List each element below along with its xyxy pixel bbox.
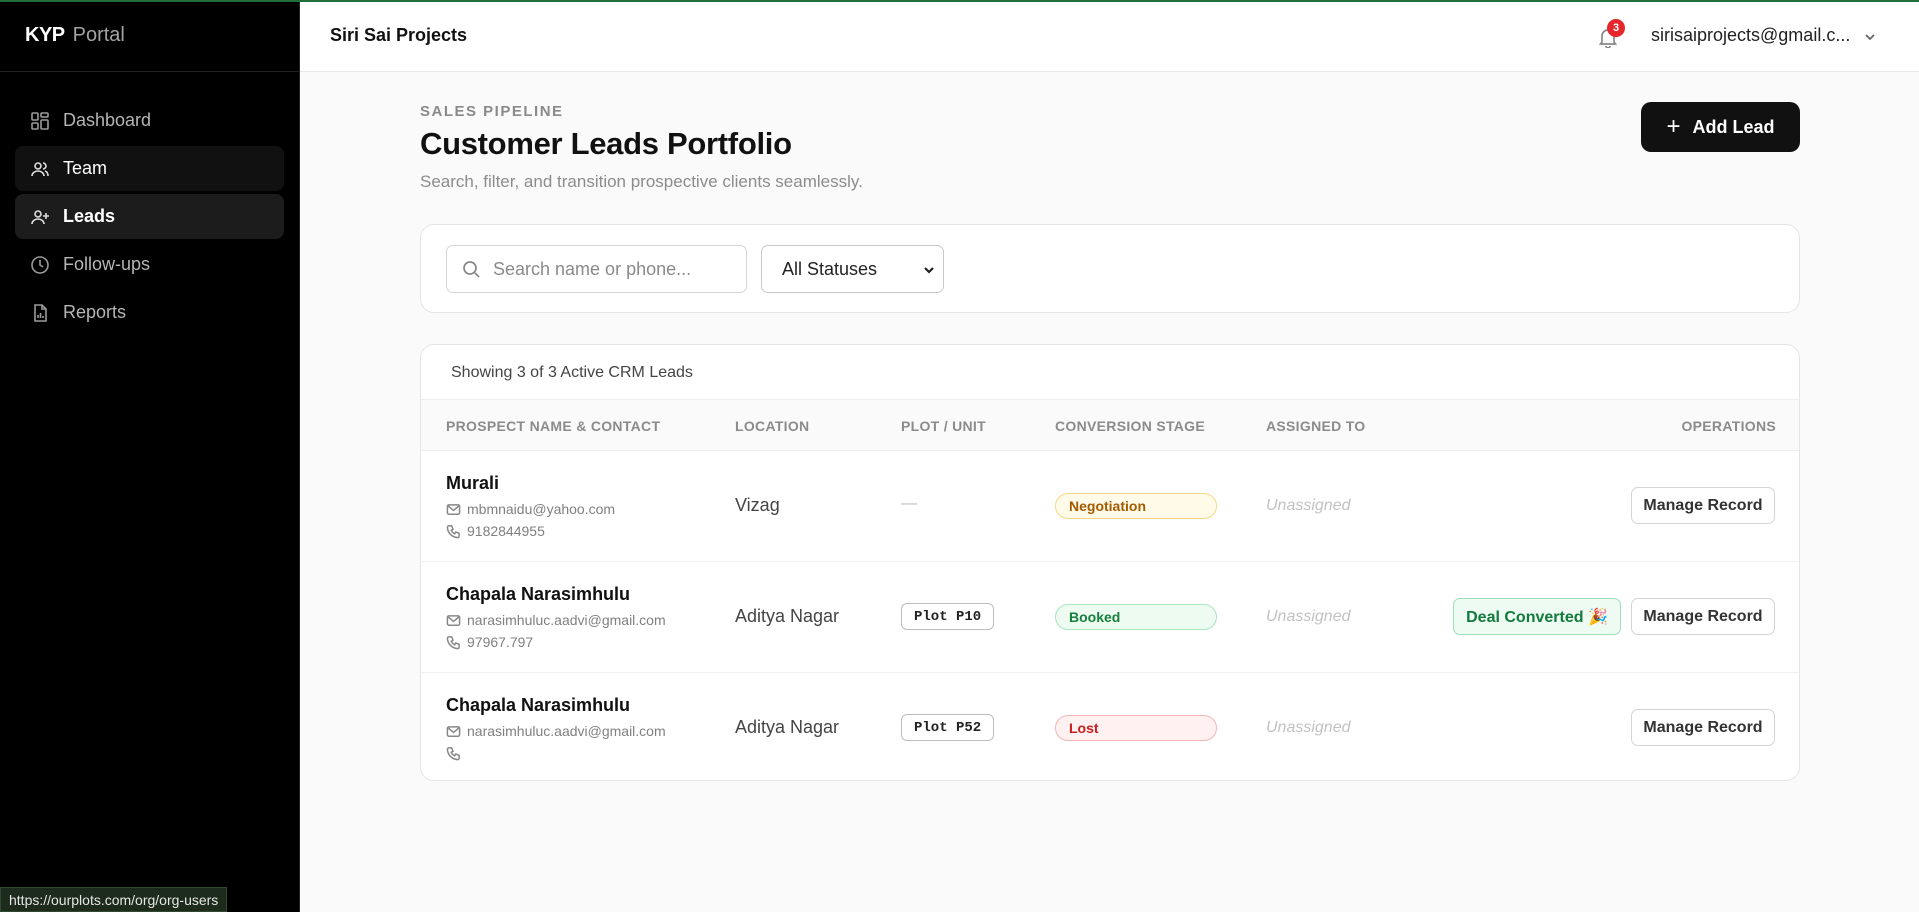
- prospect-phone-text: 97967.797: [467, 634, 534, 650]
- table-row: Chapala Narasimhulu narasimhuluc.aadvi@g…: [421, 673, 1799, 780]
- stage-badge: Negotiation: [1055, 493, 1217, 519]
- mail-icon: [446, 614, 461, 626]
- results-count: Showing 3 of 3 Active CRM Leads: [451, 364, 693, 381]
- phone-icon: [446, 524, 460, 538]
- plus-icon: +: [1666, 113, 1681, 140]
- add-lead-label: Add Lead: [1692, 116, 1775, 137]
- assigned-to-cell: Unassigned: [1266, 608, 1351, 625]
- prospect-name: Chapala Narasimhulu: [446, 695, 631, 715]
- sidebar-item-label: Reports: [63, 302, 127, 322]
- chevron-down-icon[interactable]: [1863, 30, 1877, 44]
- column-header-operations: OPERATIONS: [1681, 418, 1776, 434]
- table-header: PROSPECT NAME & CONTACT LOCATION PLOT / …: [421, 399, 1799, 451]
- mail-icon: [446, 503, 461, 515]
- column-header-stage: CONVERSION STAGE: [1055, 418, 1206, 434]
- manage-record-button[interactable]: Manage Record: [1631, 709, 1775, 746]
- plot-badge: Plot P10: [901, 603, 995, 630]
- filter-card: All Statuses: [420, 224, 1800, 313]
- location-cell: Vizag: [735, 495, 780, 515]
- sidebar-item-leads[interactable]: Leads: [15, 194, 284, 239]
- stage-badge: Lost: [1055, 715, 1217, 741]
- sidebar-item-dashboard[interactable]: Dashboard: [15, 98, 284, 143]
- table-row: Murali mbmnaidu@yahoo.com 9182844955 Viz…: [421, 451, 1799, 562]
- table-row: Chapala Narasimhulu narasimhuluc.aadvi@g…: [421, 562, 1799, 673]
- manage-record-button[interactable]: Manage Record: [1631, 598, 1775, 635]
- prospect-email-text: narasimhuluc.aadvi@gmail.com: [467, 612, 666, 628]
- prospect-email-text: narasimhuluc.aadvi@gmail.com: [467, 723, 666, 739]
- search-input[interactable]: [493, 258, 733, 280]
- plot-badge: Plot P52: [901, 714, 995, 741]
- search-box[interactable]: [446, 245, 747, 293]
- user-menu-email[interactable]: sirisaiprojects@gmail.c...: [1651, 25, 1851, 46]
- search-icon: [463, 261, 480, 278]
- column-header-plot: PLOT / UNIT: [901, 418, 986, 434]
- assigned-to-cell: Unassigned: [1266, 497, 1351, 514]
- chevron-down-icon: [924, 267, 934, 274]
- team-icon: [31, 161, 49, 176]
- page-subtitle: Search, filter, and transition prospecti…: [420, 172, 863, 191]
- status-filter-select[interactable]: All Statuses: [761, 245, 944, 293]
- leads-table-card: Showing 3 of 3 Active CRM Leads PROSPECT…: [420, 344, 1800, 781]
- sidebar: KYP Portal Dashboard Team Leads Follow-u…: [0, 0, 300, 912]
- plot-cell-empty: —: [901, 495, 917, 512]
- clock-icon: [31, 255, 49, 274]
- manage-record-button[interactable]: Manage Record: [1631, 487, 1775, 524]
- status-bar-url: https://ourplots.com/org/org-users: [0, 887, 228, 912]
- brand-logo[interactable]: KYP Portal: [0, 0, 299, 72]
- sidebar-item-reports[interactable]: Reports: [15, 290, 284, 335]
- prospect-phone: 97967.797: [446, 634, 533, 650]
- column-header-location: LOCATION: [735, 418, 810, 434]
- location-cell: Aditya Nagar: [735, 717, 840, 737]
- sidebar-item-label: Team: [63, 158, 108, 178]
- sidebar-item-follow-ups[interactable]: Follow-ups: [15, 242, 284, 287]
- sidebar-item-label: Follow-ups: [63, 254, 151, 274]
- brand-suffix: Portal: [72, 24, 125, 46]
- mail-icon: [446, 725, 461, 737]
- top-header: Siri Sai Projects 3 sirisaiprojects@gmai…: [300, 0, 1919, 72]
- phone-icon: [446, 635, 460, 649]
- sidebar-item-label: Leads: [63, 206, 116, 226]
- sidebar-item-team[interactable]: Team: [15, 146, 284, 191]
- prospect-email: mbmnaidu@yahoo.com: [446, 501, 615, 517]
- sidebar-nav: Dashboard Team Leads Follow-ups Reports: [0, 72, 299, 335]
- prospect-phone: 9182844955: [446, 523, 545, 539]
- add-user-icon: [31, 209, 49, 224]
- page-title: Customer Leads Portfolio: [420, 126, 792, 161]
- dashboard-icon: [31, 111, 49, 130]
- prospect-email: narasimhuluc.aadvi@gmail.com: [446, 723, 666, 739]
- org-name: Siri Sai Projects: [330, 25, 468, 45]
- report-icon: [34, 303, 47, 322]
- page-eyebrow: SALES PIPELINE: [420, 103, 564, 120]
- prospect-name: Chapala Narasimhulu: [446, 584, 631, 604]
- prospect-email: narasimhuluc.aadvi@gmail.com: [446, 612, 666, 628]
- deal-converted-badge: Deal Converted 🎉: [1453, 598, 1621, 635]
- top-accent-line: [0, 0, 1919, 2]
- brand-name: KYP: [25, 24, 65, 46]
- prospect-email-text: mbmnaidu@yahoo.com: [467, 501, 616, 517]
- prospect-phone: [446, 745, 467, 761]
- location-cell: Aditya Nagar: [735, 606, 840, 626]
- prospect-name: Murali: [446, 473, 500, 493]
- stage-badge: Booked: [1055, 604, 1217, 630]
- prospect-phone-text: 9182844955: [467, 523, 545, 539]
- phone-icon: [446, 746, 460, 760]
- status-filter-value: All Statuses: [782, 258, 878, 279]
- add-lead-button[interactable]: + Add Lead: [1641, 102, 1800, 152]
- assigned-to-cell: Unassigned: [1266, 719, 1351, 736]
- column-header-prospect: PROSPECT NAME & CONTACT: [446, 418, 661, 434]
- notification-count-badge: 3: [1607, 19, 1625, 37]
- sidebar-item-label: Dashboard: [63, 110, 152, 130]
- column-header-assigned: ASSIGNED TO: [1266, 418, 1366, 434]
